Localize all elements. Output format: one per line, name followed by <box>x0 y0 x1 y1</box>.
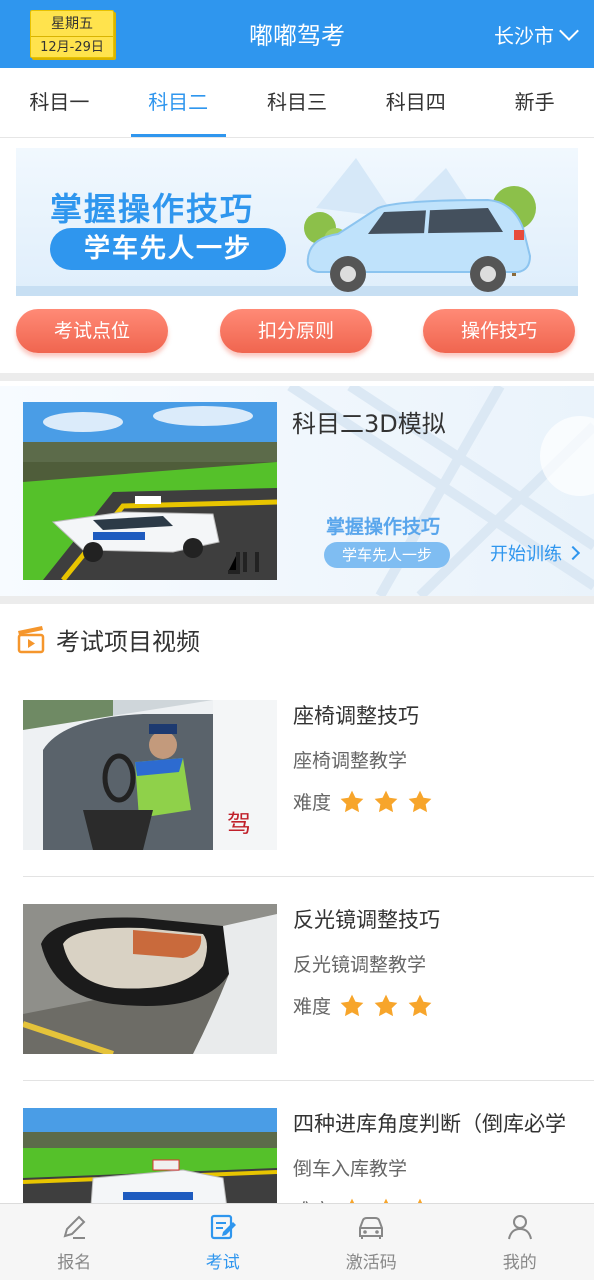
video-section-header: 考试项目视频 <box>16 622 200 657</box>
video-subtitle: 座椅调整教学 <box>293 750 408 772</box>
nav-profile[interactable]: 我的 <box>446 1204 594 1280</box>
star-icon <box>408 790 432 812</box>
operation-tips-button[interactable]: 操作技巧 <box>423 309 575 353</box>
tab-subject-4[interactable]: 科目四 <box>356 68 475 137</box>
3d-simulation-card[interactable]: 科目二3D模拟 掌握操作技巧 学车先人一步 开始训练 <box>0 386 594 596</box>
list-divider <box>23 876 594 877</box>
nav-register-label: 报名 <box>57 1252 92 1273</box>
app-header: 星期五 12月-29日 嘟嘟驾考 长沙市 <box>0 0 594 68</box>
simulation-tagline-badge: 学车先人一步 <box>324 542 450 568</box>
banner-subline: 学车先人一步 <box>50 228 286 270</box>
start-training-link[interactable]: 开始训练 <box>490 540 581 566</box>
video-subtitle: 倒车入库教学 <box>293 1158 408 1180</box>
simulation-title: 科目二3D模拟 <box>292 410 446 438</box>
video-thumbnail <box>23 904 277 1054</box>
nav-activation-code-label: 激活码 <box>345 1252 397 1273</box>
exam-points-button[interactable]: 考试点位 <box>16 309 168 353</box>
video-section-title: 考试项目视频 <box>56 628 200 656</box>
star-icon <box>408 994 432 1016</box>
edit-note-icon <box>210 1214 236 1239</box>
difficulty-rating: 难度 <box>293 992 433 1019</box>
nav-activation-code[interactable]: 激活码 <box>297 1204 446 1280</box>
svg-text:驾: 驾 <box>227 810 251 838</box>
video-item-mirror-adjustment[interactable]: 反光镜调整技巧 反光镜调整教学 难度 <box>23 904 594 1054</box>
nav-profile-label: 我的 <box>502 1252 537 1273</box>
banner-headline: 掌握操作技巧 <box>50 190 255 228</box>
user-icon <box>507 1214 532 1239</box>
star-icon <box>340 994 364 1016</box>
star-icon <box>340 790 364 812</box>
car-illustration <box>306 198 532 292</box>
nav-register[interactable]: 报名 <box>0 1204 149 1280</box>
video-thumbnail: 驾 <box>23 700 277 850</box>
star-icon <box>374 790 398 812</box>
video-subtitle: 反光镜调整教学 <box>293 954 427 976</box>
tab-subject-1[interactable]: 科目一 <box>0 68 119 137</box>
difficulty-rating: 难度 <box>293 788 433 815</box>
chevron-down-icon <box>559 20 579 41</box>
video-title: 四种进库角度判断（倒库必学 <box>293 1112 566 1136</box>
promo-banner[interactable]: 掌握操作技巧 学车先人一步 <box>16 148 578 296</box>
start-training-label: 开始训练 <box>490 544 562 565</box>
pen-icon <box>63 1215 86 1239</box>
car-icon <box>359 1216 384 1239</box>
3d-simulation-thumbnail <box>23 402 277 580</box>
list-divider <box>23 1080 594 1081</box>
tab-subject-3[interactable]: 科目三 <box>238 68 357 137</box>
chevron-right-icon <box>565 545 581 561</box>
simulation-tagline: 掌握操作技巧 <box>326 516 441 538</box>
nav-exam[interactable]: 考试 <box>149 1204 298 1280</box>
tab-beginner[interactable]: 新手 <box>475 68 594 137</box>
nav-exam-label: 考试 <box>205 1252 240 1273</box>
deduction-rules-button[interactable]: 扣分原则 <box>220 309 372 353</box>
subject-tabs: 科目一 科目二 科目三 科目四 新手 <box>0 68 594 138</box>
video-item-seat-adjustment[interactable]: 驾 座椅调整技巧 座椅调整教学 难度 <box>23 700 594 850</box>
bottom-navigation: 报名 考试 激活码 我的 <box>0 1203 594 1280</box>
difficulty-label: 难度 <box>293 792 332 814</box>
video-title: 座椅调整技巧 <box>293 704 419 728</box>
video-title: 反光镜调整技巧 <box>293 908 440 932</box>
city-selector[interactable]: 长沙市 <box>494 20 579 49</box>
section-divider <box>0 373 594 381</box>
clapperboard-icon <box>17 625 45 653</box>
star-icon <box>374 994 398 1016</box>
section-divider <box>0 596 594 604</box>
city-label: 长沙市 <box>494 24 554 48</box>
difficulty-label: 难度 <box>293 996 332 1018</box>
tab-subject-2[interactable]: 科目二 <box>119 68 238 137</box>
